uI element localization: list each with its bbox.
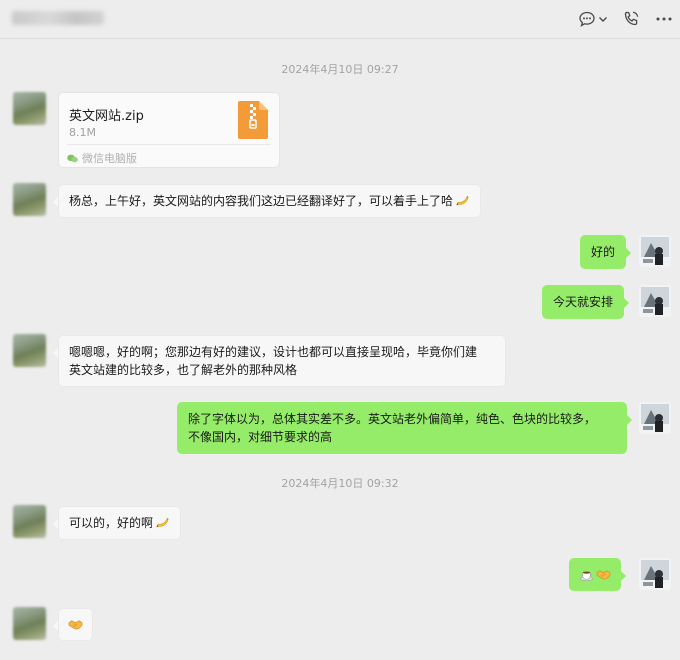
message-text: 今天就安排 (553, 295, 614, 309)
chevron-down-icon[interactable] (597, 9, 609, 29)
message-bubble[interactable]: 可以的，好的啊 (52, 506, 182, 540)
divider (67, 144, 271, 145)
avatar[interactable] (13, 505, 46, 538)
more-icon[interactable] (654, 9, 674, 29)
message-bubble[interactable]: 杨总，上午好，英文网站的内容我们这边已经翻译好了，可以着手上了哈 (52, 184, 482, 218)
message-text-line: 嗯嗯嗯，好的啊；您那边有好的建议，设计也都可以直接呈现哈，毕竟你们建 (69, 345, 478, 359)
avatar[interactable] (639, 285, 671, 317)
avatar[interactable] (13, 183, 46, 216)
message-text: 好的 (591, 245, 616, 259)
message-bubble[interactable]: 除了字体以为，总体其实差不多。英文站老外偏简单，纯色、色块的比较多， 不像国内，… (177, 402, 632, 454)
banana-emoji (456, 195, 469, 206)
timestamp: 2024年4月10日 09:27 (281, 63, 399, 76)
wechat-logo-icon (67, 154, 78, 163)
message-bubble[interactable]: 好的 (580, 235, 632, 269)
timestamp: 2024年4月10日 09:32 (281, 477, 399, 490)
avatar[interactable] (639, 402, 671, 434)
message-text-line: 除了字体以为，总体其实差不多。英文站老外偏简单，纯色、色块的比较多， (188, 412, 597, 426)
file-name: 英文网站.zip (69, 109, 144, 124)
chat-more-icon[interactable] (577, 9, 597, 29)
avatar[interactable] (13, 334, 46, 367)
voice-call-icon[interactable] (621, 9, 641, 29)
handshake-emoji (596, 570, 611, 580)
message-text-line: 英文站建的比较多，也了解老外的那种风格 (69, 363, 298, 377)
avatar[interactable] (639, 235, 671, 267)
message-text: 杨总，上午好，英文网站的内容我们这边已经翻译好了，可以着手上了哈 (69, 194, 454, 208)
file-source-label: 微信电脑版 (82, 152, 137, 165)
message-text-line: 不像国内，对细节要求的高 (188, 430, 333, 444)
contact-name-blurred (12, 11, 104, 25)
file-size: 8.1M (69, 126, 96, 139)
coffee-emoji (580, 571, 593, 581)
avatar[interactable] (639, 558, 671, 590)
avatar[interactable] (13, 92, 46, 125)
message-bubble[interactable]: 嗯嗯嗯，好的啊；您那边有好的建议，设计也都可以直接呈现哈，毕竟你们建 英文站建的… (53, 335, 506, 387)
chat-header (0, 0, 680, 39)
file-source: 微信电脑版 (67, 150, 137, 166)
message-bubble[interactable]: 今天就安排 (542, 285, 630, 319)
avatar[interactable] (13, 607, 46, 640)
message-bubble[interactable] (53, 608, 93, 641)
zip-file-icon (238, 101, 268, 139)
handshake-emoji (68, 620, 83, 630)
banana-emoji (156, 517, 169, 528)
message-bubble[interactable] (569, 558, 626, 591)
message-text: 可以的，好的啊 (69, 516, 154, 530)
